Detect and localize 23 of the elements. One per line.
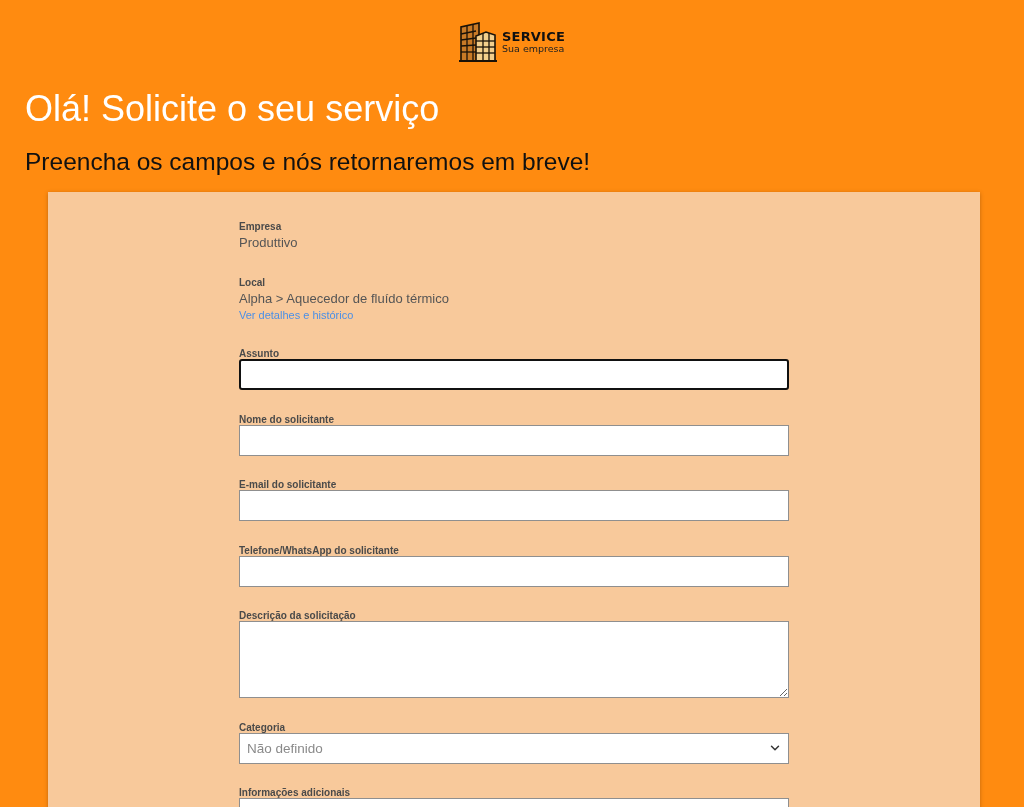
buildings-icon [459, 22, 497, 62]
details-link[interactable]: Ver detalhes e histórico [239, 308, 354, 322]
info-value: Produttivo [239, 234, 299, 251]
text-input-field[interactable] [239, 555, 789, 587]
page-title: Olá! Solicite o seu serviço [24, 87, 441, 130]
info-label: Local [239, 277, 267, 288]
field-label: Nome do solicitante [239, 413, 335, 425]
info-label: Empresa [239, 221, 283, 232]
field-label: E-mail do solicitante [239, 479, 338, 490]
text-input-field[interactable] [239, 490, 789, 521]
field-label: Categoria [239, 721, 287, 733]
logo-title: SERVICE [502, 30, 565, 44]
info-value: Alpha > Aquecedor de fluído térmico [239, 290, 450, 307]
field-label: Assunto [239, 348, 280, 359]
logo-subtitle: Sua empresa [502, 44, 565, 54]
field-label: Informações adicionais [239, 787, 352, 798]
category-select[interactable]: Não definido [239, 732, 789, 764]
page-subtitle: Preencha os campos e nós retornaremos em breve! [24, 147, 592, 177]
textarea-field[interactable] [239, 621, 789, 698]
field-label: Descrição da solicitação [239, 610, 357, 621]
text-input-field[interactable] [239, 359, 789, 390]
field-label: Telefone/WhatsApp do solicitante [239, 544, 400, 556]
text-input-field[interactable] [239, 424, 789, 456]
